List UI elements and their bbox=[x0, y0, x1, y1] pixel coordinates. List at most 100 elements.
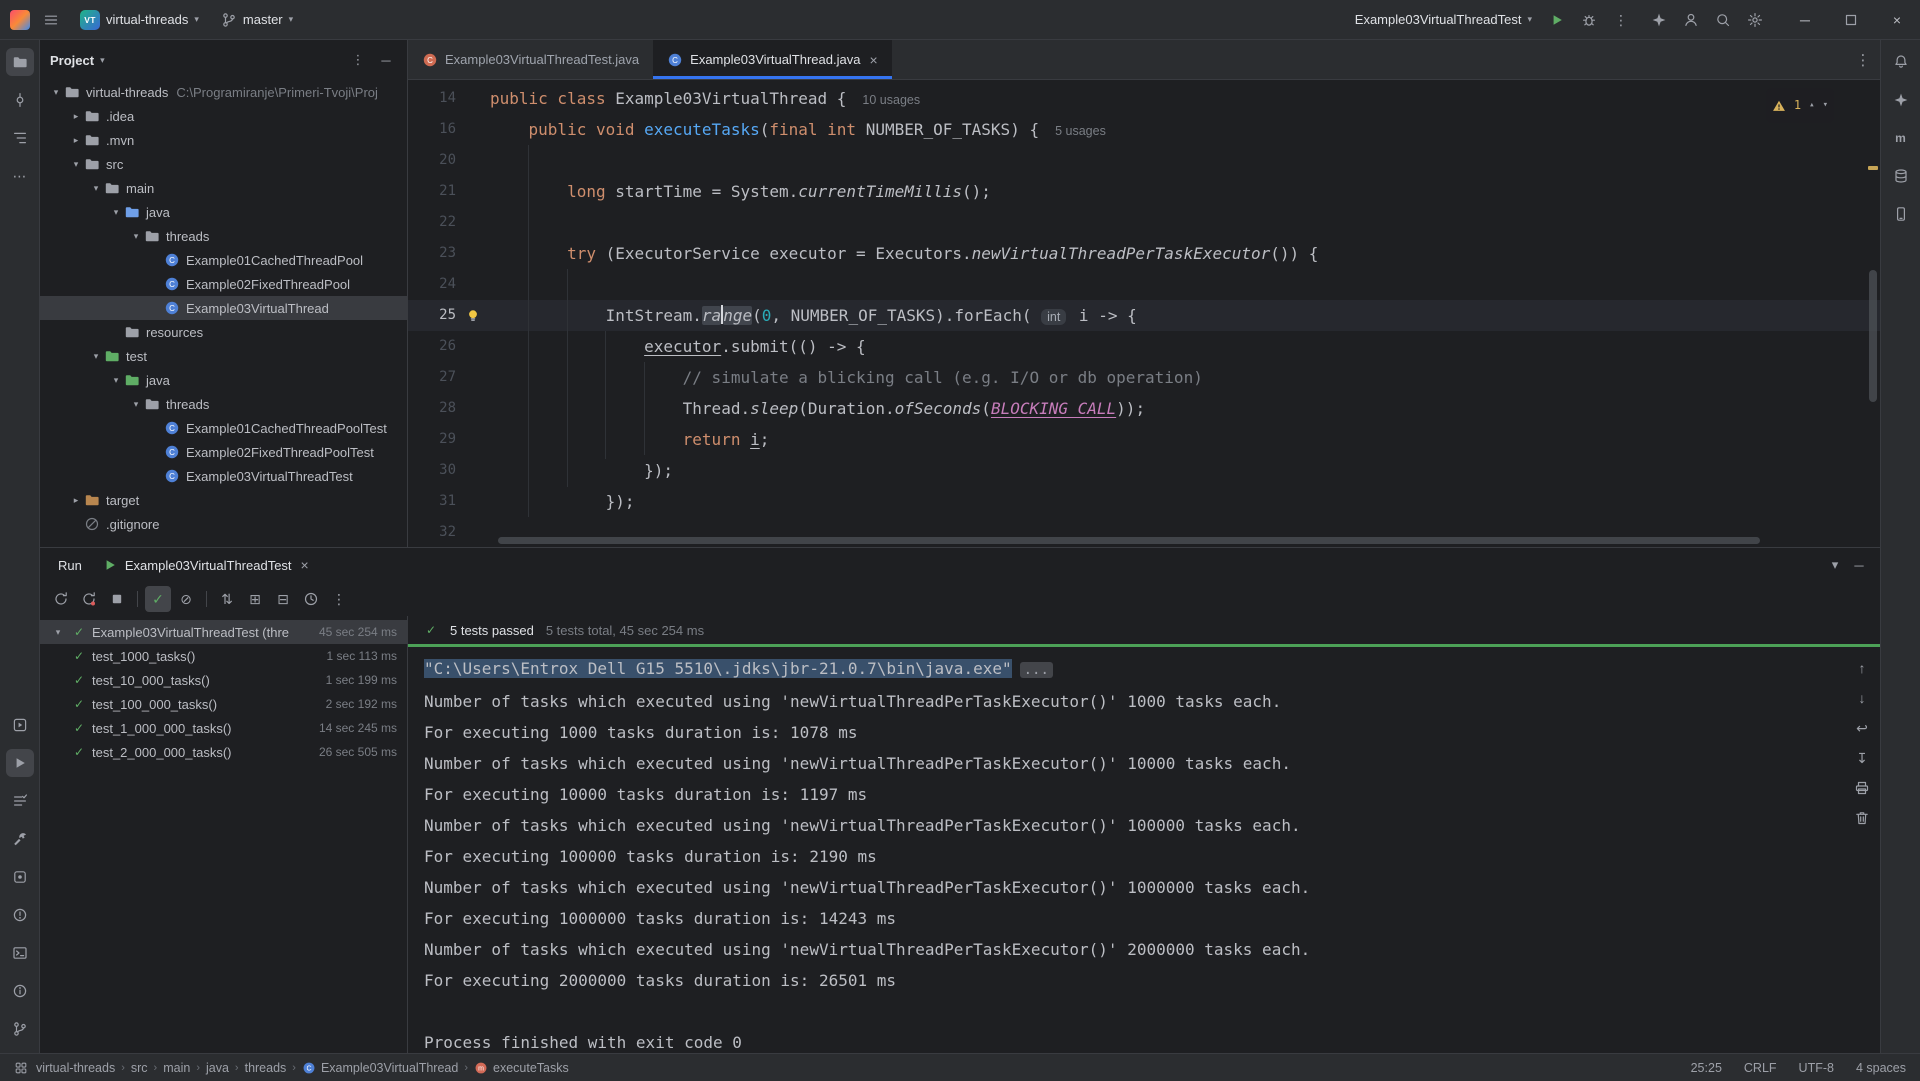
chevron-right-icon[interactable]: ▸ bbox=[68, 111, 84, 122]
tree-item-example02fixedthreadpool[interactable]: CExample02FixedThreadPool bbox=[40, 272, 407, 296]
tree-item-main[interactable]: ▾main bbox=[40, 176, 407, 200]
chevron-down-icon[interactable]: ▾ bbox=[50, 627, 66, 638]
print-button[interactable] bbox=[1850, 776, 1874, 800]
chevron-down-icon[interactable]: ▾ bbox=[88, 183, 104, 194]
gutter[interactable] bbox=[456, 486, 490, 517]
test-item-test-2-000-000-tasks[interactable]: ✓test_2_000_000_tasks()26 sec 505 ms bbox=[40, 740, 407, 764]
tool-structure-button[interactable] bbox=[6, 124, 34, 152]
line-number[interactable]: 21 bbox=[408, 176, 456, 207]
tree-item-threads[interactable]: ▾threads bbox=[40, 392, 407, 416]
tool-plugins-button[interactable] bbox=[6, 863, 34, 891]
rerun-button[interactable] bbox=[48, 586, 74, 612]
tree-item-mvn[interactable]: ▸.mvn bbox=[40, 128, 407, 152]
gutter[interactable] bbox=[456, 145, 490, 176]
tree-item-example01cachedthreadpooltest[interactable]: CExample01CachedThreadPoolTest bbox=[40, 416, 407, 440]
gutter[interactable] bbox=[456, 114, 490, 145]
gutter[interactable] bbox=[456, 300, 490, 331]
tool-device-button[interactable] bbox=[1887, 200, 1915, 228]
tool-more-button[interactable]: ⋯ bbox=[6, 162, 34, 190]
tool-build-button[interactable] bbox=[6, 825, 34, 853]
gutter[interactable] bbox=[456, 238, 490, 269]
more-actions-button[interactable]: ⋮ bbox=[1606, 5, 1636, 35]
breadcrumb-executetasks[interactable]: mexecuteTasks bbox=[474, 1061, 569, 1075]
run-tab[interactable]: Example03VirtualThreadTest × bbox=[92, 548, 319, 582]
breadcrumb-example03virtualthread[interactable]: CExample03VirtualThread bbox=[302, 1061, 458, 1075]
minimize-button[interactable]: ─ bbox=[1782, 0, 1828, 40]
inspections-widget[interactable]: 1 ▴ ▾ bbox=[1766, 88, 1834, 123]
line-number[interactable]: 16 bbox=[408, 114, 456, 145]
horizontal-scrollbar[interactable] bbox=[498, 537, 1760, 544]
project-widget[interactable]: VT virtual-threads ▾ bbox=[72, 5, 207, 35]
tab-options-button[interactable]: ⋮ bbox=[1846, 40, 1880, 79]
breadcrumb-virtual-threads[interactable]: virtual-threads bbox=[36, 1061, 115, 1075]
gutter[interactable] bbox=[456, 269, 490, 300]
line-number[interactable]: 32 bbox=[408, 517, 456, 547]
trash-button[interactable] bbox=[1850, 806, 1874, 830]
hide-panel-button[interactable]: ─ bbox=[375, 49, 397, 71]
code-editor[interactable]: 14public class Example03VirtualThread {1… bbox=[408, 80, 1880, 547]
test-item-test-100-000-tasks[interactable]: ✓test_100_000_tasks()2 sec 192 ms bbox=[40, 692, 407, 716]
tree-item-java[interactable]: ▾java bbox=[40, 200, 407, 224]
settings-button[interactable] bbox=[1740, 5, 1770, 35]
tool-todo-button[interactable] bbox=[6, 787, 34, 815]
line-number[interactable]: 29 bbox=[408, 424, 456, 455]
chevron-down-icon[interactable]: ▾ bbox=[48, 87, 64, 98]
breadcrumb-main[interactable]: main bbox=[163, 1061, 190, 1075]
main-menu-button[interactable] bbox=[36, 5, 66, 35]
run-button[interactable] bbox=[1542, 5, 1572, 35]
profile-button[interactable] bbox=[1676, 5, 1706, 35]
gutter[interactable] bbox=[456, 83, 490, 114]
maximize-button[interactable] bbox=[1828, 0, 1874, 40]
tree-item-example03virtualthreadtest[interactable]: CExample03VirtualThreadTest bbox=[40, 464, 407, 488]
tree-item-target[interactable]: ▸target bbox=[40, 488, 407, 512]
tool-run-button[interactable] bbox=[6, 749, 34, 777]
tool-project-button[interactable] bbox=[6, 48, 34, 76]
test-item-test-10-000-tasks[interactable]: ✓test_10_000_tasks()1 sec 199 ms bbox=[40, 668, 407, 692]
chevron-down-icon[interactable]: ▾ bbox=[68, 159, 84, 170]
expand-all-button[interactable]: ⊞ bbox=[242, 586, 268, 612]
chevron-down-icon[interactable]: ▾ bbox=[128, 399, 144, 410]
tree-item-idea[interactable]: ▸.idea bbox=[40, 104, 407, 128]
line-number[interactable]: 27 bbox=[408, 362, 456, 393]
chevron-down-icon[interactable]: ▾ bbox=[128, 231, 144, 242]
breadcrumb-src[interactable]: src bbox=[131, 1061, 148, 1075]
tool-git-button[interactable] bbox=[6, 1015, 34, 1043]
close-icon[interactable]: × bbox=[869, 52, 877, 68]
arrow-down-button[interactable]: ↓ bbox=[1850, 686, 1874, 710]
stop-button[interactable] bbox=[104, 586, 130, 612]
gutter[interactable] bbox=[456, 455, 490, 486]
chevron-down-icon[interactable]: ▾ bbox=[88, 351, 104, 362]
close-button[interactable]: × bbox=[1874, 0, 1920, 40]
scroll-end-button[interactable]: ↧ bbox=[1850, 746, 1874, 770]
chevron-right-icon[interactable]: ▸ bbox=[68, 135, 84, 146]
line-separator[interactable]: CRLF bbox=[1744, 1061, 1777, 1075]
chevron-right-icon[interactable]: ▸ bbox=[68, 495, 84, 506]
breadcrumb-java[interactable]: java bbox=[206, 1061, 229, 1075]
sort-button[interactable]: ⇅ bbox=[214, 586, 240, 612]
run-config-selector[interactable]: Example03VirtualThreadTest ▾ bbox=[1347, 5, 1540, 35]
line-number[interactable]: 31 bbox=[408, 486, 456, 517]
next-problem-button[interactable]: ▾ bbox=[1823, 90, 1828, 121]
tree-item-virtual-threads[interactable]: ▾virtual-threadsC:\Programiranje\Primeri… bbox=[40, 80, 407, 104]
tree-item-example02fixedthreadpooltest[interactable]: CExample02FixedThreadPoolTest bbox=[40, 440, 407, 464]
line-number[interactable]: 24 bbox=[408, 269, 456, 300]
line-number[interactable]: 30 bbox=[408, 455, 456, 486]
show-ignored-button[interactable]: ⊘ bbox=[173, 586, 199, 612]
prev-problem-button[interactable]: ▴ bbox=[1809, 90, 1814, 121]
line-number[interactable]: 25 bbox=[408, 300, 456, 331]
tool-maven-button[interactable]: m bbox=[1887, 124, 1915, 152]
usages-inlay[interactable]: 5 usages bbox=[1055, 124, 1106, 138]
tool-info-button[interactable] bbox=[6, 977, 34, 1005]
rerun-failed-button[interactable] bbox=[76, 586, 102, 612]
gutter[interactable] bbox=[456, 424, 490, 455]
tree-item-gitignore[interactable]: .gitignore bbox=[40, 512, 407, 536]
debug-button[interactable] bbox=[1574, 5, 1604, 35]
indent-style[interactable]: 4 spaces bbox=[1856, 1061, 1906, 1075]
test-item-test-1-000-000-tasks[interactable]: ✓test_1_000_000_tasks()14 sec 245 ms bbox=[40, 716, 407, 740]
tree-item-resources[interactable]: resources bbox=[40, 320, 407, 344]
panel-layout-button[interactable]: ▾ bbox=[1824, 554, 1846, 576]
project-options-button[interactable]: ⋮ bbox=[347, 49, 369, 71]
line-number[interactable]: 20 bbox=[408, 145, 456, 176]
tool-terminal-button[interactable] bbox=[6, 939, 34, 967]
editor-tab-example03virtualthread-java[interactable]: CExample03VirtualThread.java× bbox=[653, 40, 892, 79]
